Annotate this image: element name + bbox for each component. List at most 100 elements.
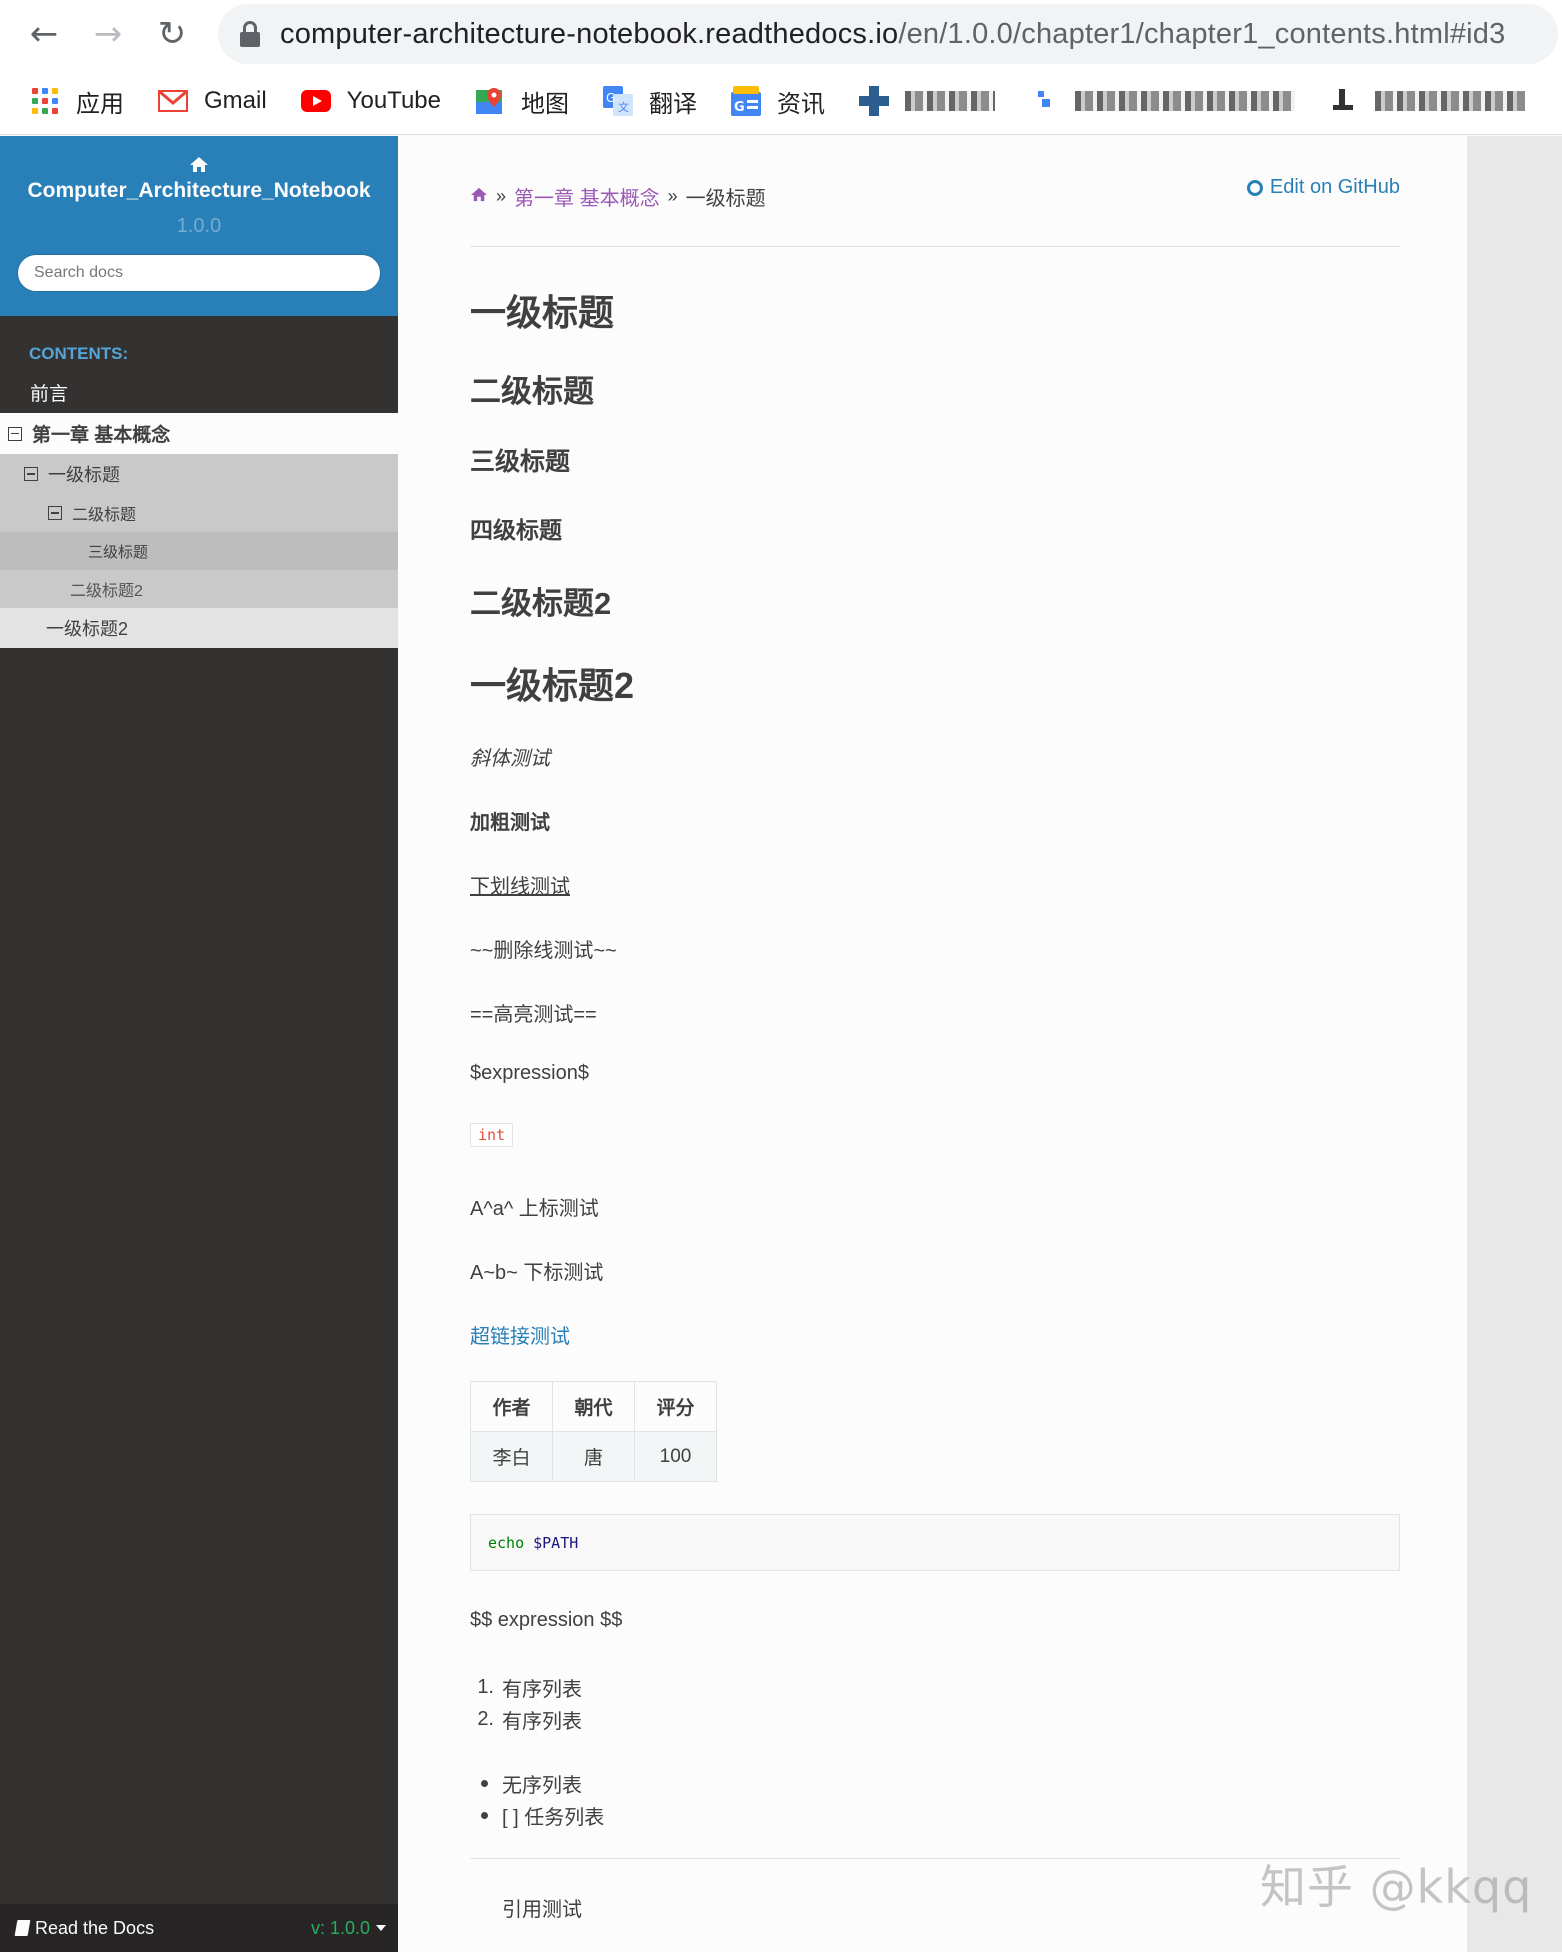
bookmark-label: 翻译	[648, 90, 697, 118]
strikethrough-text: ~~删除线测试~~	[470, 940, 617, 962]
address-bar[interactable]: computer-architecture-notebook.readthedo…	[218, 4, 1558, 64]
book-icon	[14, 1920, 31, 1936]
toc-item-level3-heading[interactable]: 三级标题	[0, 532, 398, 570]
reload-icon[interactable]: ↻	[150, 12, 194, 56]
bold-text: 加粗测试	[470, 812, 550, 834]
toc-item-chapter1[interactable]: 第一章 基本概念	[0, 413, 398, 454]
toc-label: 前言	[30, 384, 69, 405]
toc-item-level1-heading-2[interactable]: 一级标题2	[0, 608, 398, 648]
inline-code-wrapper: int	[470, 1123, 514, 1147]
rtd-version: v: 1.0.0	[310, 1917, 370, 1938]
edit-on-github-link[interactable]: Edit on GitHub	[1246, 176, 1400, 199]
toc-label: 一级标题2	[46, 619, 129, 639]
home-icon[interactable]	[189, 156, 209, 177]
list-item-text: [ ] 任务列表	[502, 1806, 605, 1829]
highlight-text: ==高亮测试==	[470, 1004, 597, 1026]
toc-item-level1-heading[interactable]: 一级标题	[0, 454, 398, 494]
toc-label: 二级标题	[72, 507, 137, 524]
inline-expression: $expression$	[470, 1062, 589, 1084]
page-gutter	[1467, 136, 1562, 1952]
list-marker: 1.	[477, 1675, 494, 1698]
bookmark-label: 资讯	[776, 90, 825, 118]
list-marker: 2.	[477, 1707, 494, 1730]
collapse-icon[interactable]	[24, 467, 38, 481]
breadcrumb: » 第一章 基本概念 » 一级标题 Edit on GitHub	[470, 176, 1400, 216]
toc-label: 二级标题2	[70, 583, 143, 600]
bullet-icon	[470, 1779, 502, 1787]
table-header-row: 作者 朝代 评分	[470, 1381, 717, 1432]
list-item-text: 有序列表	[502, 1710, 582, 1733]
search-docs-input[interactable]	[17, 254, 381, 292]
bookmark-gmail[interactable]: Gmail	[158, 86, 267, 116]
bookmark-apps[interactable]: 应用	[30, 84, 124, 119]
heading-level2-second: 二级标题2	[470, 586, 612, 621]
redacted-label	[904, 91, 995, 111]
back-arrow-icon[interactable]: ←	[22, 12, 66, 56]
sidebar: Computer_Architecture_Notebook 1.0.0 CON…	[0, 136, 400, 1952]
bookmark-youtube[interactable]: YouTube	[300, 86, 441, 116]
heading-level3: 三级标题	[470, 448, 571, 476]
url-path: /en/1.0.0/chapter1/chapter1_contents.htm…	[898, 17, 1506, 50]
bookmark-label: Gmail	[204, 87, 267, 114]
svg-text:G: G	[606, 91, 615, 105]
news-icon: G	[730, 86, 761, 116]
underline-text: 下划线测试	[470, 876, 570, 898]
home-icon[interactable]	[470, 185, 488, 208]
bookmark-redacted-2[interactable]	[1029, 86, 1295, 116]
contents-caption: CONTENTS:	[29, 344, 129, 363]
breadcrumb-chapter-link[interactable]: 第一章 基本概念	[514, 182, 660, 211]
table-cell: 唐	[552, 1431, 635, 1482]
toc-item-level2-heading-2[interactable]: 二级标题2	[0, 570, 398, 608]
table-cell: 李白	[470, 1431, 553, 1482]
translate-icon: G文	[602, 86, 633, 116]
redacted-icon	[1329, 86, 1359, 116]
bookmark-label: YouTube	[346, 87, 441, 114]
redacted-icon	[1029, 86, 1059, 116]
list-item: 2. 有序列表	[470, 1703, 582, 1735]
subscript-text: A~b~ 下标测试	[470, 1262, 604, 1284]
data-table: 作者 朝代 评分 李白 唐 100	[470, 1381, 717, 1482]
bookmark-translate[interactable]: G文 翻译	[602, 84, 697, 119]
list-item: 1. 有序列表	[470, 1671, 582, 1703]
hyperlink[interactable]: 超链接测试	[470, 1320, 570, 1349]
list-item-text: 有序列表	[502, 1678, 582, 1701]
rtd-version-bar[interactable]: Read the Docs v: 1.0.0	[0, 1904, 400, 1952]
table-row: 李白 唐 100	[470, 1431, 717, 1482]
breadcrumb-separator: »	[667, 185, 678, 206]
code-block: echo $PATH	[470, 1514, 1400, 1571]
bookmark-label: 应用	[76, 90, 124, 118]
bookmarks-bar: 应用 Gmail YouTube 地图 G文 翻译 G 资讯	[0, 78, 1562, 124]
maps-icon	[475, 86, 505, 116]
bookmark-maps[interactable]: 地图	[475, 84, 569, 119]
heading-level1-second: 一级标题2	[470, 665, 635, 706]
code-variable: $PATH	[533, 1533, 579, 1552]
lock-icon	[240, 21, 260, 47]
heading-level4: 四级标题	[470, 517, 562, 543]
blockquote: 引用测试	[502, 1899, 582, 1921]
youtube-icon	[300, 86, 331, 116]
heading-level2: 二级标题	[470, 374, 594, 409]
collapse-icon[interactable]	[48, 506, 62, 520]
redacted-label	[1074, 91, 1295, 111]
bookmark-redacted-1[interactable]	[858, 86, 995, 116]
edit-on-github-label: Edit on GitHub	[1269, 176, 1400, 198]
list-item: [ ] 任务列表	[470, 1799, 604, 1831]
url-text[interactable]: computer-architecture-notebook.readthedo…	[280, 18, 1505, 51]
bookmark-redacted-3[interactable]	[1329, 86, 1525, 116]
forward-arrow-icon[interactable]: →	[86, 12, 130, 56]
code-keyword: echo	[488, 1533, 525, 1552]
collapse-icon[interactable]	[8, 426, 22, 441]
bullet-icon	[470, 1811, 502, 1819]
toc-item-preface[interactable]: 前言	[0, 372, 398, 413]
project-version: 1.0.0	[176, 215, 222, 237]
superscript-text: A^a^ 上标测试	[470, 1198, 599, 1220]
watermark: 知乎 @kkqq	[1260, 1860, 1533, 1914]
apps-grid-icon	[30, 86, 60, 116]
toc-item-level2-heading[interactable]: 二级标题	[0, 494, 398, 532]
bookmark-news[interactable]: G 资讯	[730, 84, 825, 119]
main-content: » 第一章 基本概念 » 一级标题 Edit on GitHub 一级标题 二级…	[398, 136, 1467, 1952]
bookmark-label: 地图	[520, 90, 569, 118]
toc-label: 一级标题	[48, 465, 120, 485]
svg-text:G: G	[734, 100, 745, 115]
project-title[interactable]: Computer_Architecture_Notebook	[0, 179, 398, 203]
